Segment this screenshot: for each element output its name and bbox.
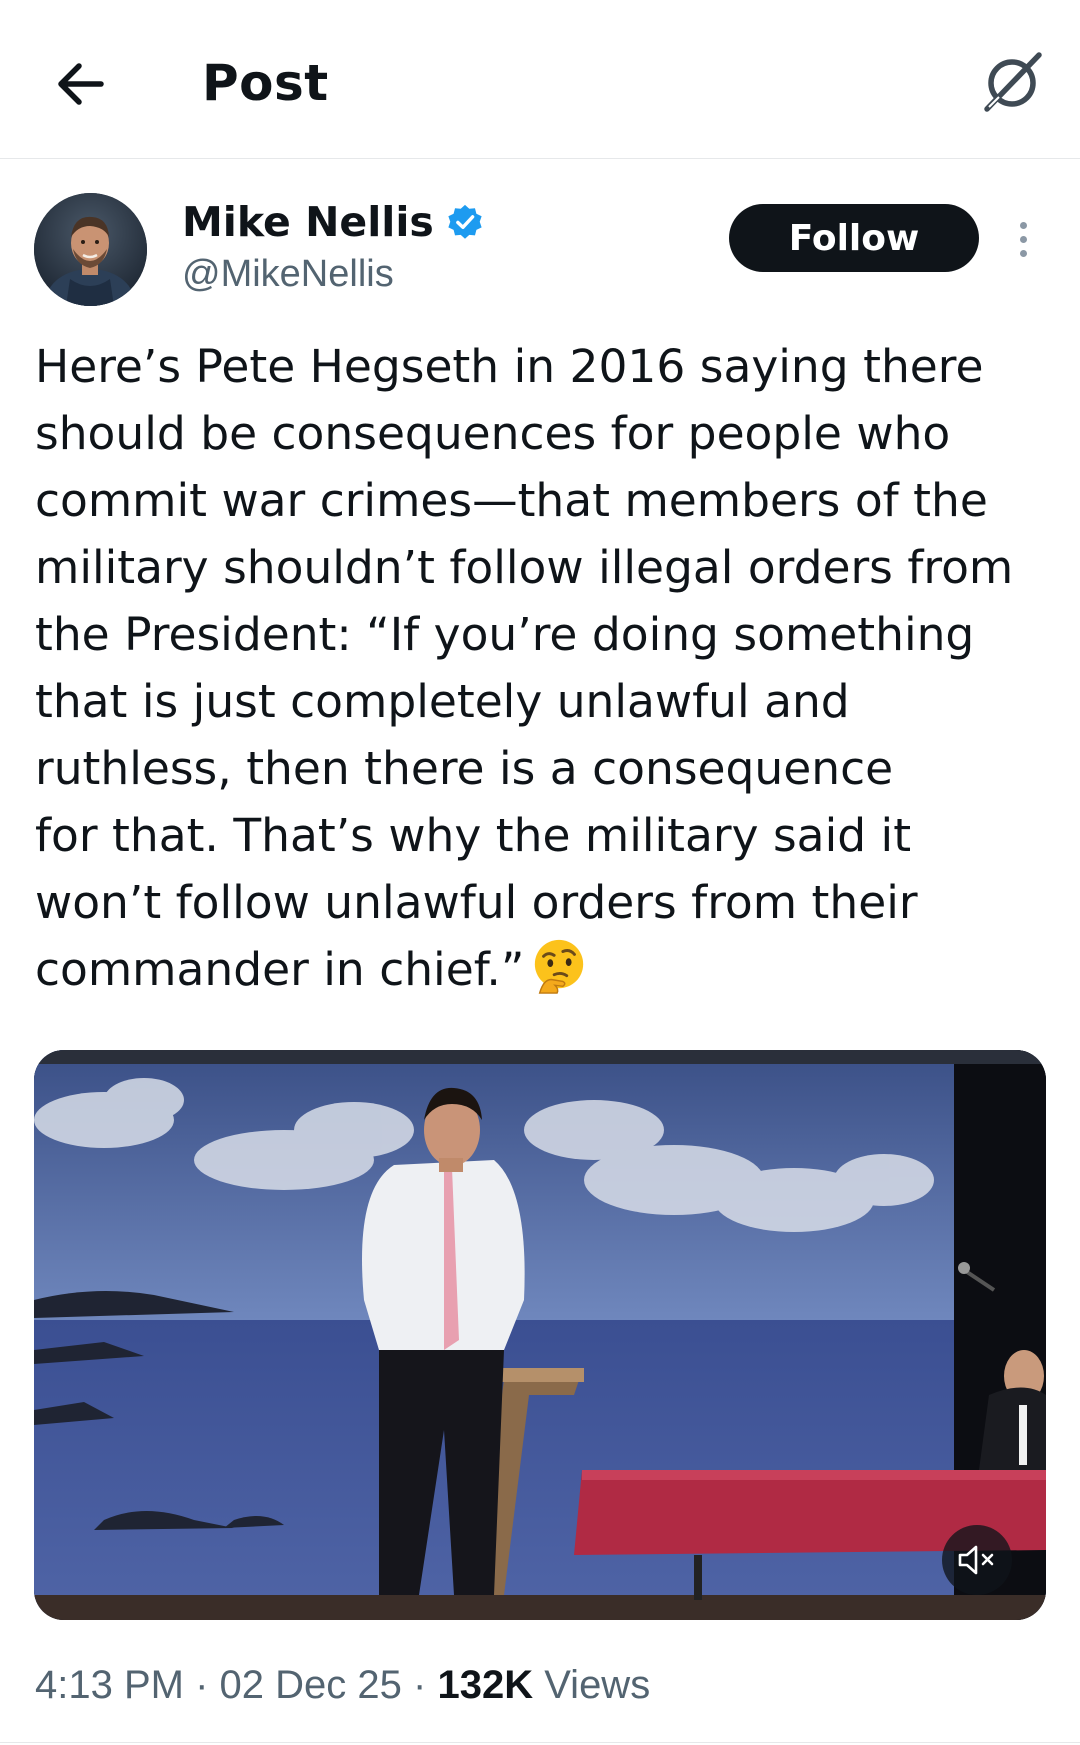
tweet-line: commit war crimes—that members of the [35,474,988,527]
tweet-line: should be consequences for people who [35,407,951,460]
follow-button[interactable]: Follow [729,204,979,272]
views-label: Views [544,1663,651,1707]
tweet-line: the President: “If you’re doing somethin… [35,608,975,661]
display-name-text: Mike Nellis [182,198,434,246]
tweet-line-last: commander in chief.” [35,936,1055,1003]
author-display-name[interactable]: Mike Nellis [182,196,484,248]
tweet-line-text: commander in chief.” [35,943,525,996]
back-button[interactable] [44,48,116,120]
more-options-button[interactable] [1004,212,1042,266]
thinking-face-emoji-icon [535,939,584,994]
tweet-date: 02 Dec 25 [219,1663,402,1707]
mute-toggle-button[interactable] [942,1525,1012,1595]
tweet-line: ruthless, then there is a consequence [35,742,894,795]
tweet-line: Here’s Pete Hegseth in 2016 saying there [35,340,984,393]
arrow-left-icon [58,63,104,105]
more-dot [1019,235,1027,243]
meta-separator: · [413,1663,427,1707]
author-handle[interactable]: @MikeNellis [182,250,394,298]
tweet-line: military shouldn’t follow illegal orders… [35,541,1014,594]
avatar-image [34,193,147,306]
grok-icon [984,52,1042,112]
tweet-meta: 4:13 PM · 02 Dec 25 · 132K Views [35,1658,650,1712]
views-count: 132K [437,1663,534,1707]
views-link[interactable]: 132K Views [437,1663,650,1707]
tweet-text: Here’s Pete Hegseth in 2016 saying there… [35,333,1055,1003]
tweet-line: for that. That’s why the military said i… [35,809,912,862]
speaker-muted-icon [958,1545,994,1575]
verified-badge-icon [448,204,482,239]
tweet-time: 4:13 PM [35,1663,184,1707]
more-vertical-icon [1019,221,1027,229]
meta-separator: · [195,1663,209,1707]
top-app-bar: Post [0,0,1080,159]
grok-button[interactable] [972,42,1052,122]
author-avatar[interactable] [34,193,147,306]
more-dot [1019,249,1027,257]
divider [0,1742,1080,1743]
tweet-line: that is just completely unlawful and [35,675,850,728]
tweet-line: won’t follow unlawful orders from their [35,876,918,929]
page-title: Post [202,54,329,112]
tweet-video[interactable] [34,1050,1046,1620]
video-frame-image [34,1050,1046,1620]
